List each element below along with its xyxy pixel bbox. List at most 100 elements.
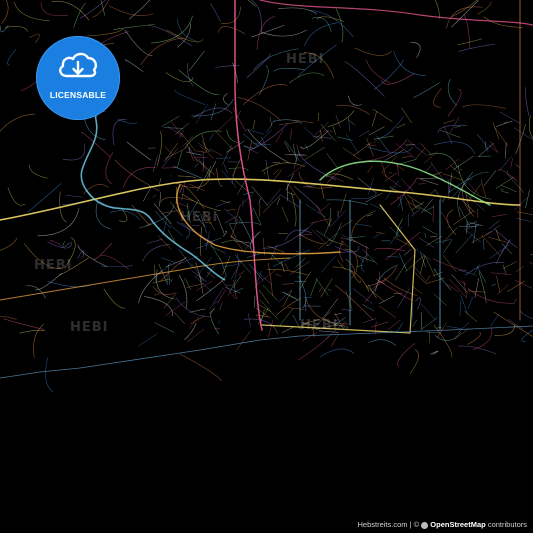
road — [336, 8, 344, 43]
road — [4, 26, 28, 32]
road — [238, 270, 245, 276]
road — [400, 178, 414, 192]
road — [217, 289, 226, 304]
road — [499, 156, 512, 171]
road — [154, 322, 175, 333]
road — [189, 315, 205, 325]
road — [407, 195, 424, 206]
road — [29, 164, 48, 179]
watermark: HEBI — [70, 320, 109, 335]
road — [66, 195, 83, 198]
osm-link[interactable]: OpenStreetMap — [430, 520, 485, 529]
road — [161, 147, 179, 169]
road — [494, 324, 516, 336]
road — [228, 278, 237, 296]
road — [320, 183, 325, 199]
road — [330, 334, 339, 347]
road — [326, 153, 338, 168]
road — [273, 68, 305, 72]
road — [128, 0, 151, 20]
road — [443, 255, 457, 272]
road — [147, 238, 163, 244]
road — [253, 295, 256, 308]
road — [454, 126, 461, 128]
road — [258, 197, 261, 205]
road — [288, 154, 308, 156]
road — [450, 116, 460, 133]
road — [508, 319, 523, 330]
road — [283, 292, 297, 299]
road — [246, 53, 271, 78]
road — [266, 120, 275, 133]
road — [419, 237, 435, 248]
road — [40, 2, 68, 16]
road — [259, 0, 533, 26]
road — [510, 158, 513, 168]
road — [281, 326, 294, 333]
road — [374, 248, 406, 251]
road — [236, 331, 251, 351]
road — [37, 208, 80, 237]
road — [232, 107, 247, 132]
road — [7, 48, 17, 66]
road — [168, 264, 170, 285]
road — [250, 24, 285, 38]
road — [265, 159, 269, 181]
road — [268, 319, 274, 338]
road — [229, 222, 261, 226]
road — [109, 210, 141, 221]
road — [373, 59, 404, 90]
road — [514, 197, 527, 211]
road — [221, 279, 236, 299]
site-link[interactable]: Hebstreits.com — [358, 520, 408, 529]
road — [325, 173, 353, 180]
road — [354, 47, 392, 56]
road — [303, 127, 318, 140]
road — [150, 15, 193, 44]
road — [276, 197, 281, 205]
road — [366, 214, 373, 217]
road — [352, 288, 373, 304]
road — [467, 331, 481, 345]
road — [261, 162, 306, 172]
road — [243, 145, 255, 149]
road — [407, 213, 410, 227]
contributors-label: contributors — [487, 520, 527, 529]
road — [491, 283, 496, 286]
road — [299, 221, 316, 236]
road — [287, 192, 296, 196]
road — [142, 244, 171, 262]
watermark: HEBI — [34, 258, 73, 273]
road — [288, 162, 307, 177]
road — [248, 313, 251, 327]
road — [237, 96, 281, 121]
road — [440, 211, 450, 224]
road — [337, 136, 353, 141]
road — [515, 124, 526, 155]
road — [430, 235, 438, 238]
road — [515, 164, 520, 168]
road — [194, 275, 212, 292]
road — [180, 132, 197, 152]
road — [329, 175, 344, 182]
road — [381, 172, 401, 188]
road — [458, 345, 497, 355]
road — [367, 146, 413, 154]
road — [164, 142, 178, 162]
road — [324, 218, 332, 236]
licensable-badge[interactable]: LICENSABLE — [36, 36, 120, 120]
road — [348, 95, 363, 106]
road — [327, 288, 332, 292]
road — [513, 298, 518, 305]
road — [196, 150, 207, 153]
road — [272, 161, 280, 163]
map-canvas[interactable]: HEBI HEBI HEBI HEBI HEBI LICENSABLE Hebs… — [0, 0, 533, 533]
road — [303, 296, 312, 298]
road — [223, 93, 229, 106]
road — [122, 167, 157, 188]
road — [281, 206, 289, 223]
road — [200, 226, 202, 256]
road — [198, 158, 211, 177]
road — [80, 0, 106, 19]
road — [290, 128, 292, 140]
